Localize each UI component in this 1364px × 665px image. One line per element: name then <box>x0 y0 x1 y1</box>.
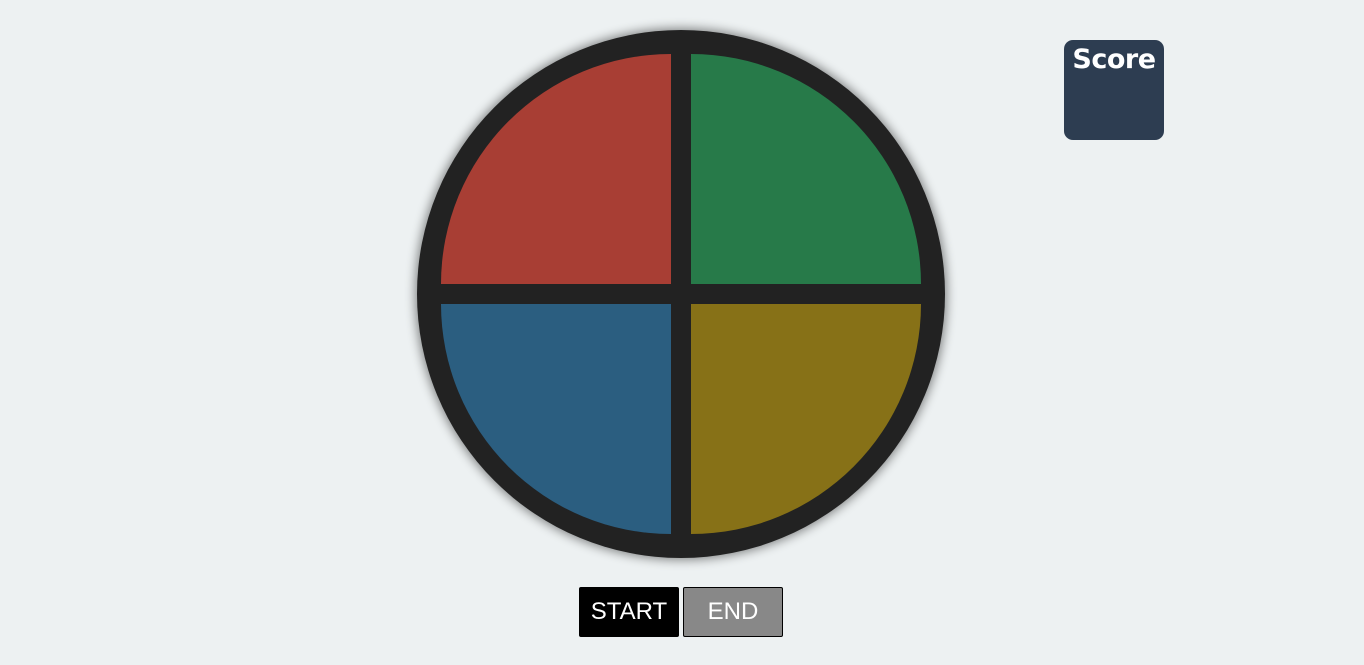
red-pad[interactable] <box>441 54 671 284</box>
simon-board <box>417 30 945 558</box>
end-button[interactable]: END <box>683 587 783 637</box>
start-button[interactable]: START <box>579 587 679 637</box>
blue-pad[interactable] <box>441 304 671 534</box>
score-panel: Score <box>1064 40 1164 140</box>
game-stage: Score START END <box>0 0 1364 665</box>
score-label: Score <box>1072 44 1156 75</box>
yellow-pad[interactable] <box>691 304 921 534</box>
green-pad[interactable] <box>691 54 921 284</box>
